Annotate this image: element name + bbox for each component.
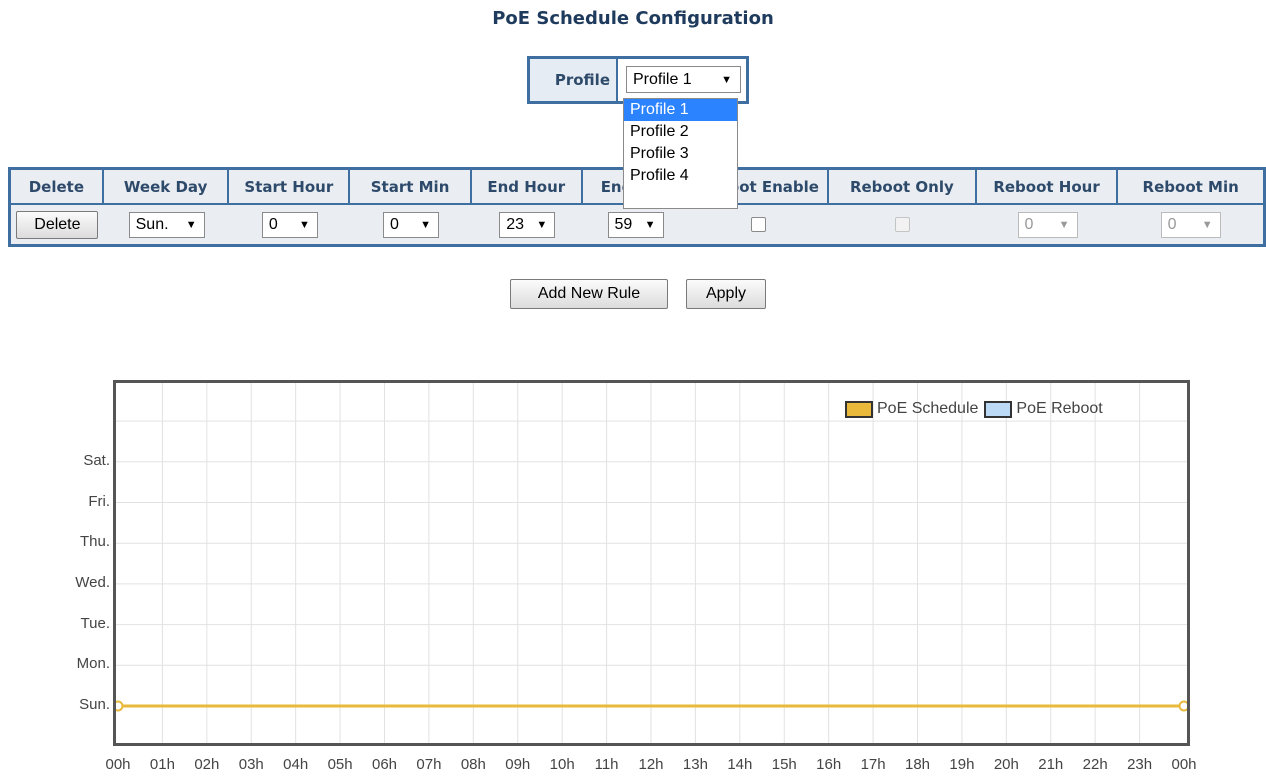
- dropdown-arrow-icon: ▼: [1058, 218, 1070, 231]
- end-min-value: 59: [614, 215, 633, 233]
- legend-swatch-poe-schedule: [845, 400, 873, 418]
- y-tick-label: Sat.: [83, 451, 110, 469]
- x-tick-label: 04h: [283, 756, 309, 773]
- page-title: PoE Schedule Configuration: [492, 8, 774, 29]
- column-header: Reboot Only: [829, 170, 977, 203]
- start-min-select[interactable]: 0 ▼: [383, 211, 440, 238]
- reboot-min-select[interactable]: 0 ▼: [1160, 211, 1221, 238]
- column-header: Week Day: [104, 170, 230, 203]
- x-tick-label: 07h: [416, 756, 442, 773]
- x-tick-label: 12h: [638, 756, 664, 773]
- x-tick-label: 02h: [194, 756, 220, 773]
- x-tick-label: 01h: [149, 756, 175, 773]
- profile-select[interactable]: Profile 1 ▼: [626, 66, 741, 93]
- y-tick-label: Mon.: [76, 655, 110, 673]
- x-tick-label: 15h: [771, 756, 797, 773]
- legend-label-poe-schedule: PoE Schedule: [877, 400, 979, 417]
- legend-swatch-poe-reboot: [984, 400, 1013, 418]
- reboot-enable-checkbox[interactable]: [751, 217, 767, 232]
- table-row: Delete Sun. ▼ 0 ▼ 0 ▼ 23 ▼ 59 ▼ 0 ▼ 0 ▼: [11, 205, 1263, 244]
- dropdown-arrow-icon: ▼: [721, 73, 732, 86]
- series-point-poe-schedule: [1178, 700, 1187, 712]
- profile-label: Profile: [530, 59, 618, 101]
- x-tick-label: 08h: [460, 756, 486, 773]
- x-tick-label: 22h: [1082, 756, 1108, 773]
- apply-button[interactable]: Apply: [686, 279, 766, 309]
- x-tick-label: 09h: [505, 756, 531, 773]
- x-tick-label: 00h: [105, 756, 131, 773]
- x-tick-label: 20h: [993, 756, 1019, 773]
- x-tick-label: 05h: [327, 756, 353, 773]
- y-tick-label: Fri.: [88, 492, 110, 510]
- x-tick-label: 23h: [1127, 756, 1153, 773]
- column-header: Reboot Min: [1142, 177, 1239, 196]
- delete-rule-button[interactable]: Delete: [16, 210, 99, 239]
- chart-legend: PoE Schedule PoE Reboot: [845, 398, 1103, 420]
- end-hour-select[interactable]: 23 ▼: [499, 211, 556, 238]
- profile-dropdown-list: Profile 1 Profile 2 Profile 3 Profile 4: [623, 98, 738, 209]
- y-tick-label: Tue.: [80, 614, 110, 632]
- dropdown-arrow-icon: ▼: [644, 218, 656, 231]
- dropdown-arrow-icon: ▼: [298, 218, 310, 231]
- week-day-value: Sun.: [135, 215, 169, 233]
- y-tick-label: Wed.: [75, 573, 110, 591]
- x-tick-label: 18h: [904, 756, 931, 773]
- profile-option[interactable]: Profile 1: [624, 99, 737, 121]
- profile-selector: Profile Profile 1 ▼: [527, 56, 749, 104]
- column-header: End Hour: [472, 170, 583, 203]
- profile-option[interactable]: Profile 4: [624, 165, 737, 187]
- dropdown-arrow-icon: ▼: [536, 218, 548, 231]
- column-header: Start Min: [350, 170, 472, 203]
- profile-option[interactable]: Profile 2: [624, 121, 737, 143]
- y-tick-label: Thu.: [79, 533, 110, 551]
- add-new-rule-button[interactable]: Add New Rule: [510, 279, 668, 309]
- y-tick-label: Sun.: [79, 696, 110, 713]
- x-tick-label: 11h: [594, 756, 619, 773]
- column-header: Reboot Hour: [977, 170, 1119, 203]
- x-tick-label: 10h: [549, 756, 575, 773]
- dropdown-arrow-icon: ▼: [185, 218, 197, 231]
- dropdown-arrow-icon: ▼: [1201, 218, 1213, 231]
- x-tick-label: 21h: [1038, 756, 1064, 773]
- column-header: Start Hour: [229, 170, 351, 203]
- x-tick-label: 06h: [371, 756, 398, 773]
- series-point-poe-schedule: [116, 700, 124, 712]
- x-tick-label: 00h: [1171, 756, 1197, 773]
- column-header: Delete: [11, 170, 104, 203]
- reboot-hour-value: 0: [1024, 215, 1034, 233]
- profile-option[interactable]: Profile 3: [624, 143, 737, 165]
- reboot-only-checkbox[interactable]: [895, 217, 911, 232]
- dropdown-arrow-icon: ▼: [420, 218, 432, 231]
- x-tick-label: 17h: [860, 756, 886, 773]
- schedule-chart: [113, 380, 1190, 746]
- start-hour-value: 0: [268, 215, 278, 233]
- end-min-select[interactable]: 59 ▼: [607, 211, 664, 238]
- x-tick-label: 16h: [816, 756, 842, 773]
- x-tick-label: 03h: [238, 756, 264, 773]
- end-hour-value: 23: [506, 215, 525, 233]
- reboot-min-value: 0: [1167, 215, 1177, 233]
- reboot-hour-select[interactable]: 0 ▼: [1017, 211, 1078, 238]
- profile-select-value: Profile 1: [633, 70, 692, 88]
- week-day-select[interactable]: Sun. ▼: [128, 211, 205, 238]
- x-tick-label: 14h: [727, 756, 753, 773]
- start-min-value: 0: [390, 215, 399, 233]
- start-hour-select[interactable]: 0 ▼: [261, 211, 318, 238]
- x-tick-label: 19h: [949, 756, 975, 773]
- chart-plot-area: [116, 383, 1187, 743]
- legend-label-poe-reboot: PoE Reboot: [1016, 400, 1103, 417]
- x-tick-label: 13h: [682, 756, 708, 773]
